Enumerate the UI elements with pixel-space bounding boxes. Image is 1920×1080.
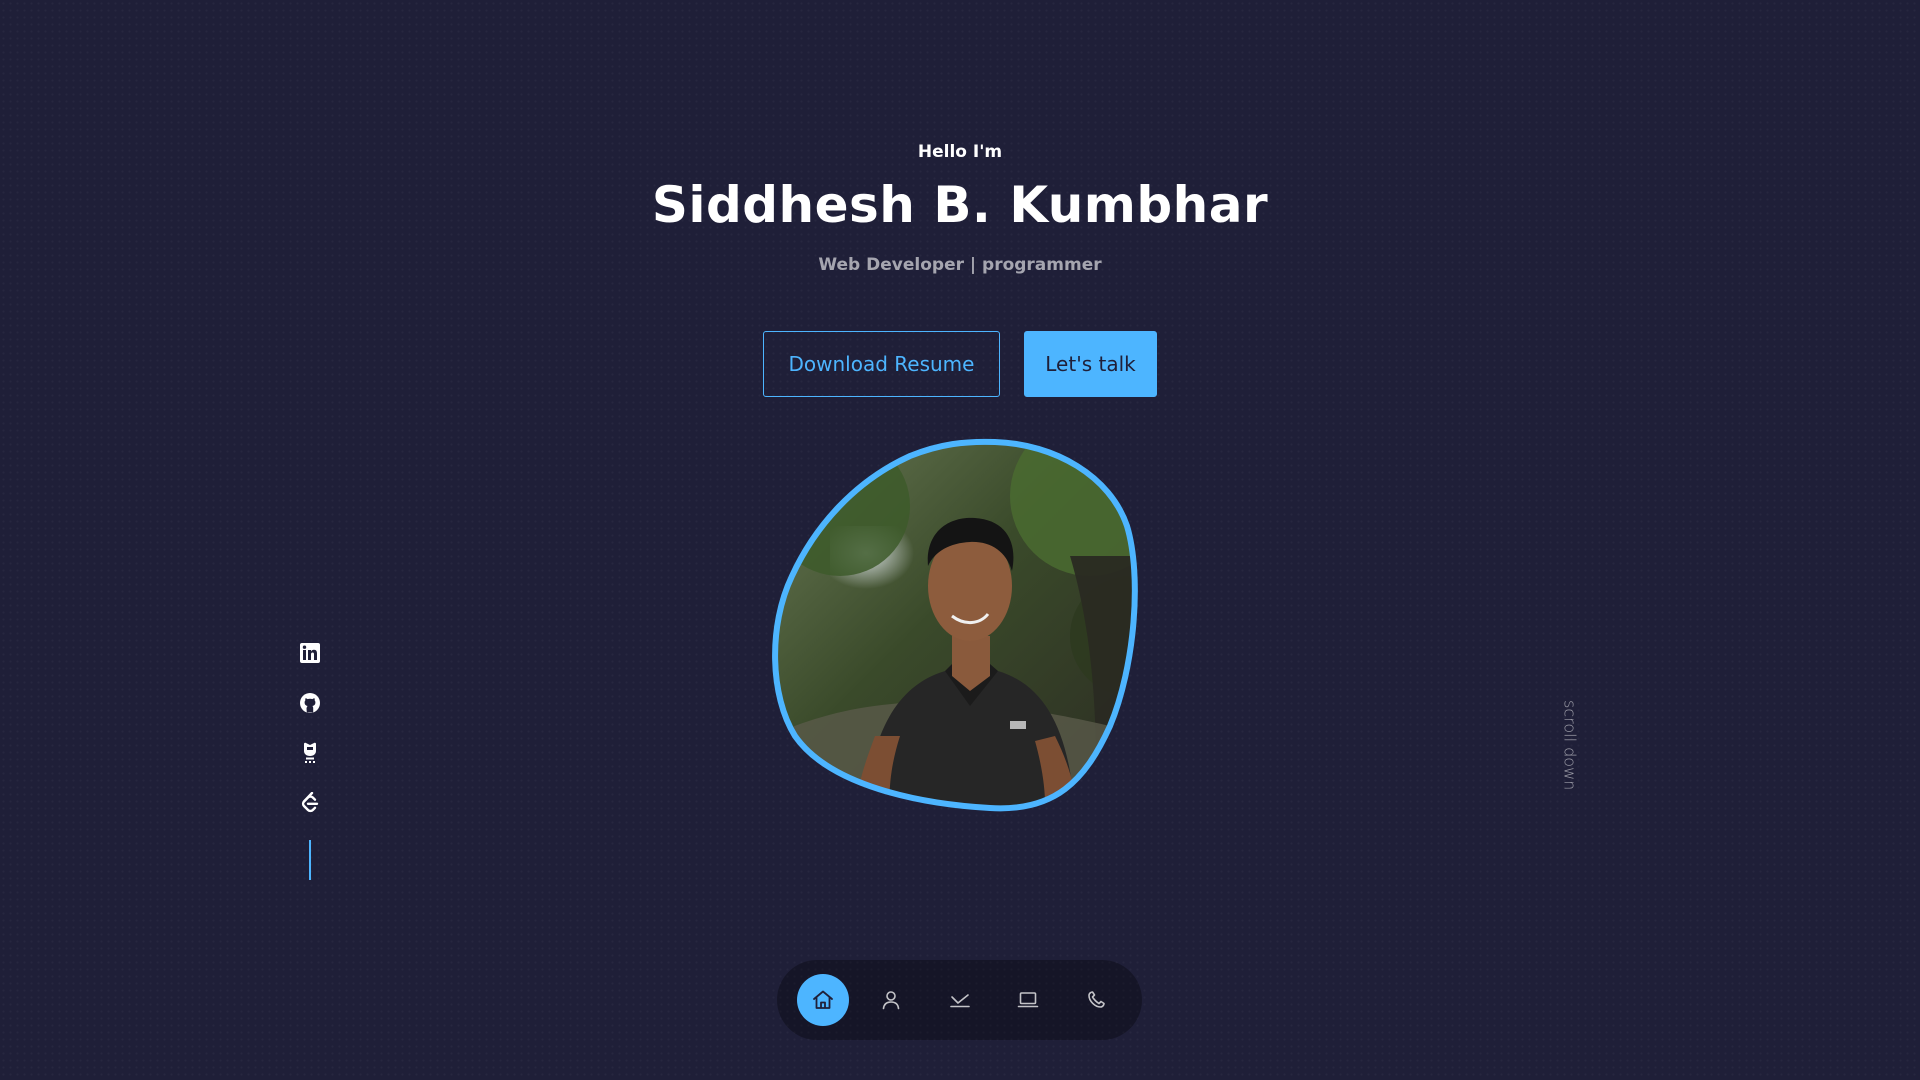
leetcode-icon[interactable] <box>299 792 321 814</box>
hero-name: Siddhesh B. Kumbhar <box>651 176 1269 234</box>
scroll-down-link[interactable]: scroll down <box>1555 700 1585 810</box>
experience-icon <box>949 994 970 1008</box>
cta-buttons: Download Resume Let's talk <box>763 331 1157 397</box>
lets-talk-button[interactable]: Let's talk <box>1024 331 1157 397</box>
profile-photo-svg <box>772 438 1138 812</box>
bottom-nav <box>777 960 1142 1040</box>
github-icon[interactable] <box>299 692 321 714</box>
nav-about[interactable] <box>865 974 917 1026</box>
greeting-text: Hello I'm <box>917 142 1003 162</box>
hero-role: Web Developer | programmer <box>818 255 1102 275</box>
nav-home[interactable] <box>797 974 849 1026</box>
socials-divider-line <box>309 840 311 880</box>
nav-experience[interactable] <box>934 974 986 1026</box>
laptop-icon <box>1017 992 1039 1008</box>
phone-icon <box>1088 991 1105 1008</box>
download-resume-button[interactable]: Download Resume <box>763 331 1000 397</box>
social-links <box>297 642 323 814</box>
profile-photo <box>770 436 1150 814</box>
user-icon <box>882 991 900 1010</box>
nav-contact[interactable] <box>1070 974 1122 1026</box>
linkedin-icon[interactable] <box>299 642 321 664</box>
hackerrank-icon[interactable] <box>299 742 321 764</box>
nav-portfolio[interactable] <box>1002 974 1054 1026</box>
home-icon <box>813 990 833 1009</box>
